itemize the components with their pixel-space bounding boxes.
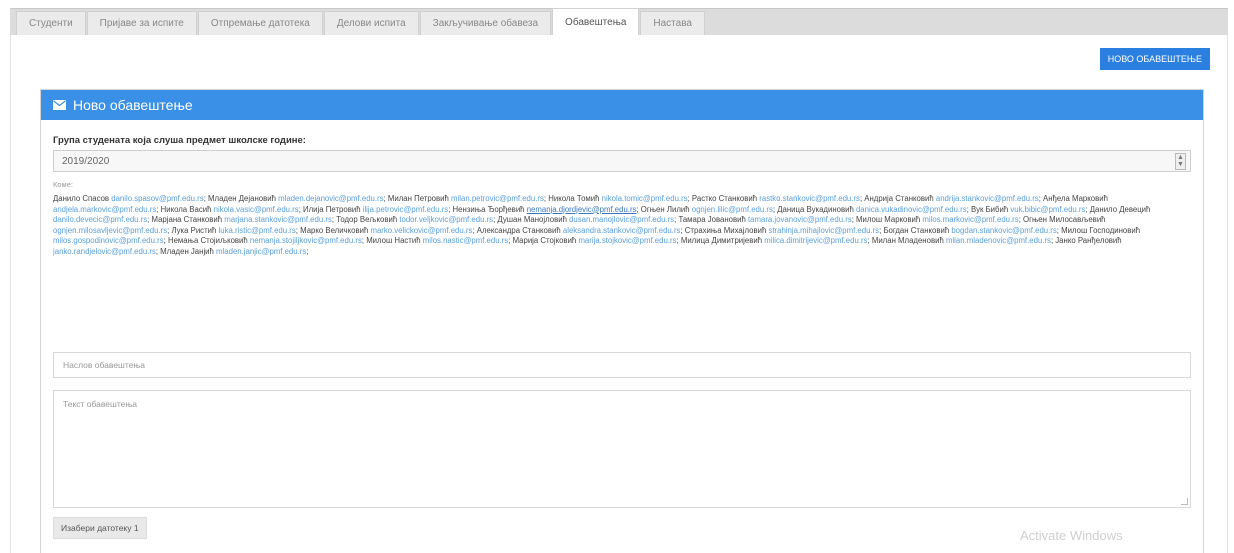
recipient-name: Страхиња Михајловић xyxy=(684,225,767,235)
recipient-name: Данило Девецић xyxy=(1089,204,1151,214)
recipient-email[interactable]: milos.gospodinovic@pmf.edu.rs xyxy=(53,236,164,245)
recipient-email[interactable]: milos.markovic@pmf.edu.rs xyxy=(922,215,1018,224)
recipient-name: Андрија Станковић xyxy=(864,194,934,203)
resize-handle-icon[interactable] xyxy=(1181,498,1188,505)
recipient-email[interactable]: danilo.devecic@pmf.edu.rs xyxy=(53,215,147,224)
tab-6[interactable]: Настава xyxy=(640,11,705,35)
recipient-name: Растко Станковић xyxy=(691,194,758,203)
recipient-name: Нензиња Ђорђевић xyxy=(452,204,525,214)
notice-title-input[interactable]: Наслов обавештења xyxy=(53,352,1191,378)
notice-text-placeholder: Текст обавештења xyxy=(63,399,138,409)
recipient-name: Лука Ристић xyxy=(171,225,217,235)
envelope-icon xyxy=(53,100,66,110)
recipient-email[interactable]: aleksandra.stankovic@pmf.edu.rs xyxy=(563,226,681,235)
recipient-name: Александра Станковић xyxy=(476,225,561,235)
tab-1[interactable]: Пријаве за испите xyxy=(86,11,197,35)
recipient-name: Марко Величковић xyxy=(300,225,369,235)
recipient-email[interactable]: nikola.tomic@pmf.edu.rs xyxy=(602,194,688,203)
tab-bar: Студенти Пријаве за испите Отпремање датот… xyxy=(10,8,1228,35)
recipient-name: Немања Стојиљковић xyxy=(167,236,248,245)
recipient-name: Вук Бибић xyxy=(970,204,1009,214)
recipient-email[interactable]: strahinja.mihajlovic@pmf.edu.rs xyxy=(768,226,879,235)
recipient-name: Милош Настић xyxy=(366,236,421,245)
recipient-email[interactable]: ilija.petrovic@pmf.edu.rs xyxy=(363,205,448,214)
recipient-name: Огњен Лилић xyxy=(640,204,690,214)
recipient-email[interactable]: danilo.spasov@pmf.edu.rs xyxy=(111,194,203,203)
recipient-email[interactable]: mladen.dejanovic@pmf.edu.rs xyxy=(278,194,383,203)
tab-0[interactable]: Студенти xyxy=(16,11,86,35)
recipient-name: Даница Вукадиновић xyxy=(777,204,854,214)
choose-file-button[interactable]: Изабери датотеку 1 xyxy=(53,517,147,539)
tab-4[interactable]: Закључивање обавеза xyxy=(419,11,552,35)
recipient-email[interactable]: andrija.stankovic@pmf.edu.rs xyxy=(936,194,1039,203)
notice-text-area[interactable]: Текст обавештења xyxy=(53,390,1191,508)
recipients-label: Коме: xyxy=(53,180,73,189)
tab-2[interactable]: Отпремање датотека xyxy=(197,11,323,35)
recipient-email[interactable]: nemanja.stojiljkovic@pmf.edu.rs xyxy=(250,236,362,245)
activation-watermark: Activate Windows xyxy=(1020,528,1123,543)
recipient-name: Милица Димитријевић xyxy=(680,236,763,245)
tab-5[interactable]: Обавештења xyxy=(552,8,640,35)
recipient-email[interactable]: ognjen.lilic@pmf.edu.rs xyxy=(692,205,773,214)
recipient-name: Младен Јанјић xyxy=(160,246,214,256)
recipient-name: Милан Младеновић xyxy=(871,236,944,245)
recipient-name: Младен Дејановић xyxy=(208,194,276,203)
recipient-email[interactable]: mladen.janjic@pmf.edu.rs xyxy=(216,247,306,256)
tab-3[interactable]: Делови испита xyxy=(323,11,419,35)
select-arrows-icon: ▲ ▼ xyxy=(1175,152,1186,170)
recipient-email[interactable]: rastko.stankovic@pmf.edu.rs xyxy=(759,194,860,203)
recipients-list: Данило Спасов danilo.spasov@pmf.edu.rs; … xyxy=(53,194,1151,256)
new-notice-button[interactable]: НОВО ОБАВЕШТЕЊЕ xyxy=(1099,48,1210,70)
recipient-name: Данило Спасов xyxy=(53,194,110,203)
recipient-name: Душан Манојловић xyxy=(497,215,567,224)
recipient-name: Марјана Станковић xyxy=(151,215,223,224)
recipient-email[interactable]: milan.mladenovic@pmf.edu.rs xyxy=(946,236,1051,245)
panel-title: Ново обавештење xyxy=(73,97,193,113)
recipient-email[interactable]: milos.nastic@pmf.edu.rs xyxy=(423,236,508,245)
recipient-email[interactable]: todor.veljkovic@pmf.edu.rs xyxy=(399,215,493,224)
recipient-email[interactable]: tamara.jovanovic@pmf.edu.rs xyxy=(748,215,852,224)
recipient-name: Милош Марковић xyxy=(856,215,921,224)
school-year-value: 2019/2020 xyxy=(62,155,110,167)
new-notice-panel: Ново обавештење Група студената која слу… xyxy=(40,89,1204,553)
recipient-email[interactable]: danica.vukadinovic@pmf.edu.rs xyxy=(856,205,967,214)
recipient-email[interactable]: milan.petrovic@pmf.edu.rs xyxy=(451,194,544,203)
group-label: Група студената која слуша предмет школс… xyxy=(53,135,306,146)
recipient-email[interactable]: janko.randjelovic@pmf.edu.rs xyxy=(53,247,156,256)
recipient-name: Никола Васић xyxy=(160,204,212,214)
recipient-name: Тамара Јовановић xyxy=(678,215,746,224)
recipient-email[interactable]: marjana.stankovic@pmf.edu.rs xyxy=(224,215,332,224)
recipient-email[interactable]: milica.dimitrijevic@pmf.edu.rs xyxy=(764,236,867,245)
recipient-name: Тодор Вељковић xyxy=(336,215,398,224)
recipient-name: Илија Петровић xyxy=(303,204,361,214)
recipient-email[interactable]: nemanja.djordjevic@pmf.edu.rs xyxy=(527,205,637,214)
recipient-name: Анђела Марковић xyxy=(1043,194,1108,203)
recipient-name: Огњен Милосављевић xyxy=(1023,215,1106,224)
recipient-name: Марија Стојковић xyxy=(512,236,577,245)
recipient-name: Јанко Ранђеловић xyxy=(1055,236,1122,245)
recipient-email[interactable]: nikola.vasic@pmf.edu.rs xyxy=(214,205,299,214)
recipient-name: Милан Петровић xyxy=(387,194,449,203)
recipient-email[interactable]: marko.velickovic@pmf.edu.rs xyxy=(370,226,472,235)
recipient-name: Богдан Станковић xyxy=(883,225,950,235)
recipient-email[interactable]: andjela.markovic@pmf.edu.rs xyxy=(53,205,156,214)
recipient-email[interactable]: marija.stojkovic@pmf.edu.rs xyxy=(578,236,676,245)
recipient-email[interactable]: dusan.manojlovic@pmf.edu.rs xyxy=(569,215,674,224)
school-year-select[interactable]: 2019/2020 ▲ ▼ xyxy=(53,150,1191,172)
recipient-email[interactable]: ognjen.milosavljevic@pmf.edu.rs xyxy=(53,226,167,235)
recipient-name: Милош Господиновић xyxy=(1061,225,1141,235)
recipient-name: Никола Томић xyxy=(548,194,600,203)
recipient-email[interactable]: vuk.bibic@pmf.edu.rs xyxy=(1010,205,1085,214)
recipient-email[interactable]: bogdan.stankovic@pmf.edu.rs xyxy=(951,226,1056,235)
recipient-email[interactable]: luka.ristic@pmf.edu.rs xyxy=(219,226,296,235)
panel-header: Ново обавештење xyxy=(41,90,1203,120)
